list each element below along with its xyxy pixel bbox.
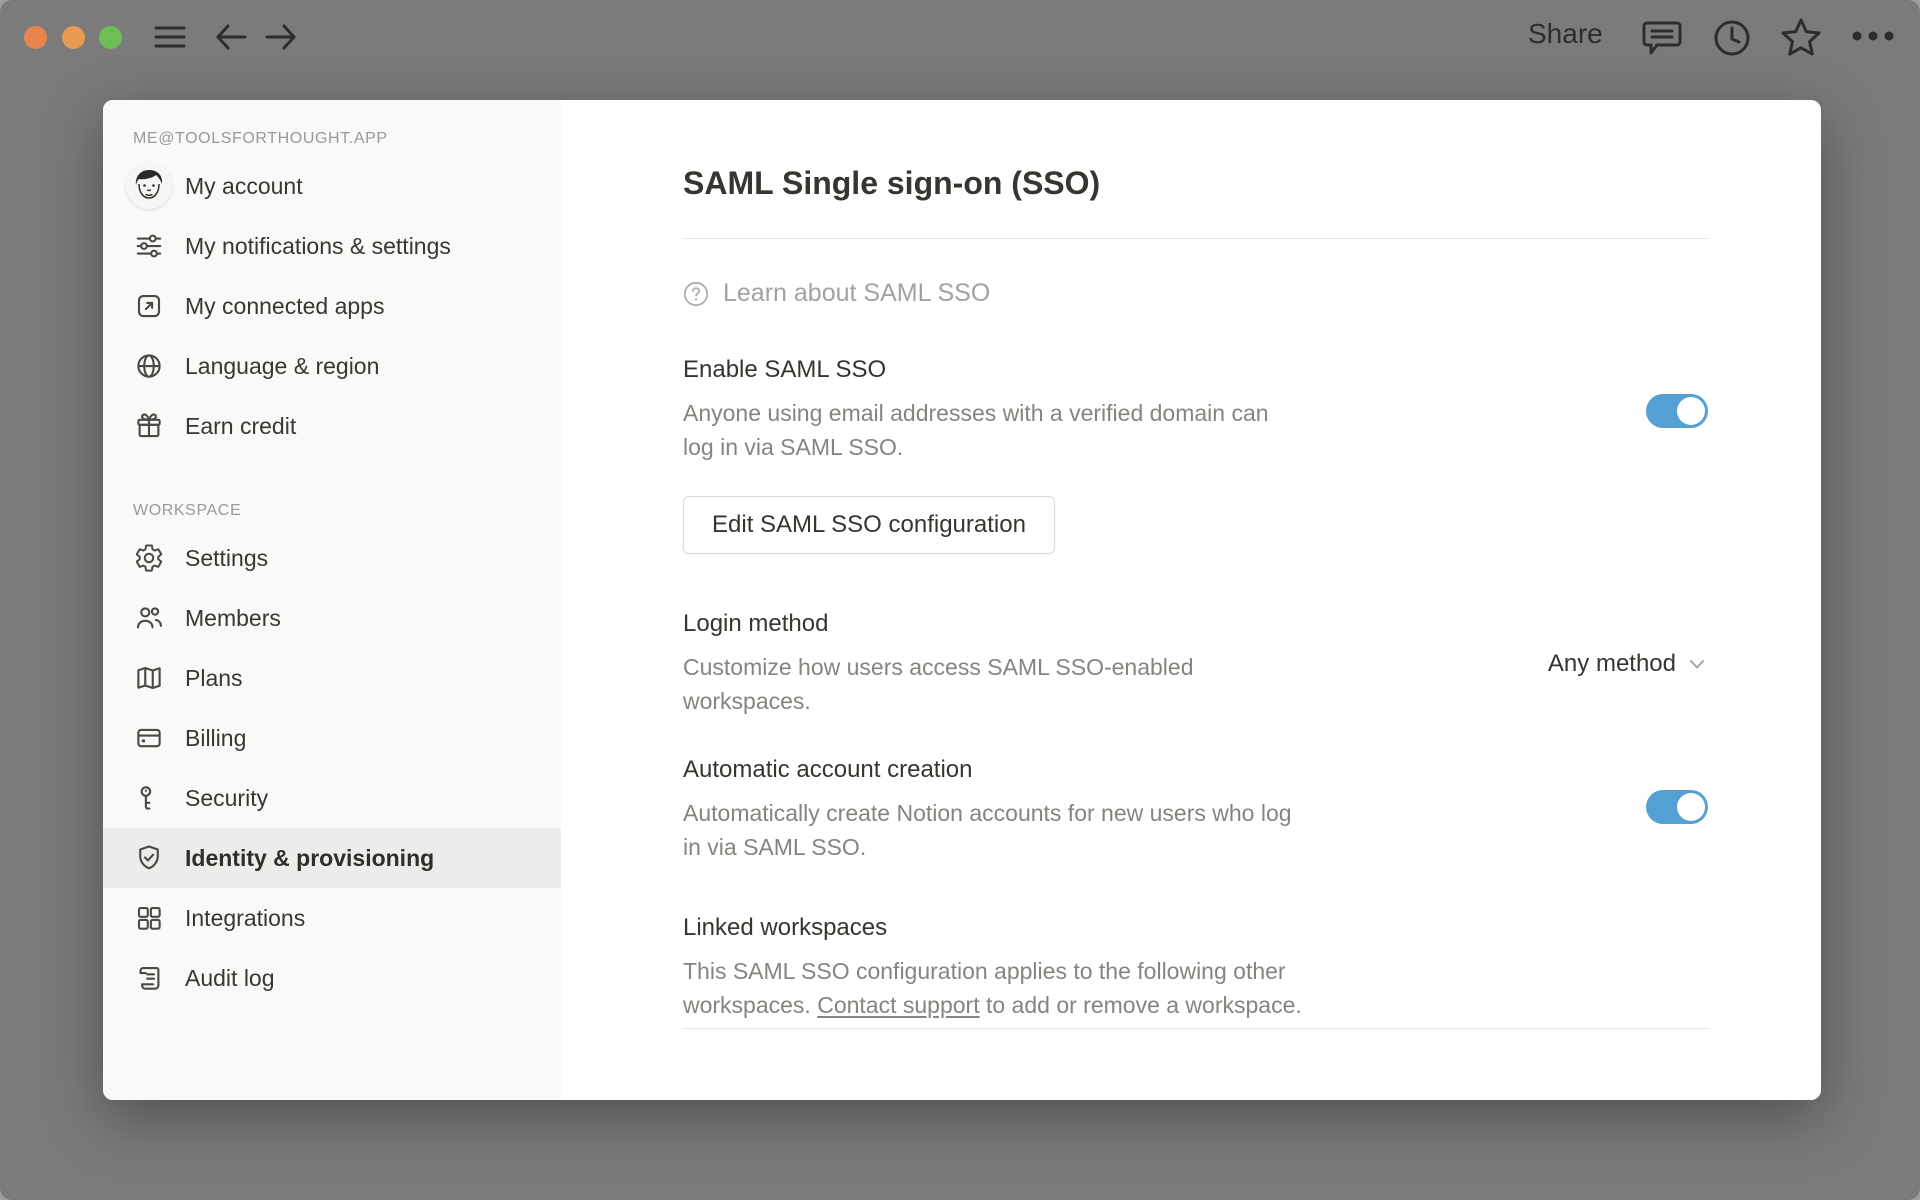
enable-saml-description: Anyone using email addresses with a veri…	[683, 400, 1269, 460]
titlebar: Share	[0, 0, 1920, 64]
gift-icon	[133, 410, 165, 442]
share-button[interactable]: Share	[1528, 18, 1603, 50]
sidebar-item-label: Audit log	[185, 964, 275, 991]
linked-workspaces-heading: Linked workspaces	[683, 914, 888, 941]
edit-saml-config-button[interactable]: Edit SAML SSO configuration	[683, 496, 1055, 554]
login-method-selected-value: Any method	[1547, 650, 1676, 677]
ellipsis-icon[interactable]	[1851, 30, 1895, 42]
scroll-icon	[133, 962, 165, 994]
history-clock-icon[interactable]	[1712, 18, 1752, 58]
people-icon	[133, 602, 165, 634]
sidebar-item-label: Plans	[185, 664, 243, 691]
linked-workspaces-row: Linked workspaces This SAML SSO configur…	[683, 912, 1708, 1022]
learn-about-saml-link[interactable]: Learn about SAML SSO	[683, 279, 1708, 308]
login-method-description: Customize how users access SAML SSO-enab…	[683, 654, 1194, 714]
sidebar-item-plans[interactable]: Plans	[103, 648, 561, 708]
account-section-header: ME@TOOLSFORTHOUGHT.APP	[133, 130, 388, 147]
sidebar-item-earn-credit[interactable]: Earn credit	[103, 396, 561, 456]
grid-icon	[133, 902, 165, 934]
star-icon[interactable]	[1779, 16, 1823, 58]
globe-icon	[133, 350, 165, 382]
sidebar-item-label: Identity & provisioning	[185, 844, 435, 871]
toggle-knob	[1677, 793, 1705, 821]
enable-saml-heading: Enable SAML SSO	[683, 356, 887, 383]
sidebar-item-label: Billing	[185, 724, 247, 751]
sidebar-item-connected-apps[interactable]: My connected apps	[103, 276, 561, 336]
login-method-row: Login method Customize how users access …	[683, 608, 1708, 718]
sidebar-item-label: Language & region	[185, 352, 380, 379]
sidebar-item-label: My notifications & settings	[185, 232, 451, 259]
sidebar-item-integrations[interactable]: Integrations	[103, 888, 561, 948]
zoom-window-button[interactable]	[99, 26, 122, 49]
auto-account-toggle[interactable]	[1646, 790, 1708, 824]
sidebar-item-audit-log[interactable]: Audit log	[103, 948, 561, 1008]
sidebar-item-members[interactable]: Members	[103, 588, 561, 648]
app-window: Share ME@TOOLSFORTHOUGHT.APP My account …	[0, 0, 1920, 1200]
enable-saml-row: Enable SAML SSO Anyone using email addre…	[683, 354, 1708, 464]
description-text: to add or remove a workspace.	[979, 992, 1302, 1018]
credit-card-icon	[133, 722, 165, 754]
contact-support-link[interactable]: Contact support	[817, 992, 979, 1018]
shield-check-icon	[133, 842, 165, 874]
auto-account-description: Automatically create Notion accounts for…	[683, 800, 1292, 860]
arrow-up-right-square-icon	[133, 290, 165, 322]
auto-account-heading: Automatic account creation	[683, 756, 973, 783]
map-icon	[133, 662, 165, 694]
avatar	[126, 163, 172, 209]
sidebar-item-billing[interactable]: Billing	[103, 708, 561, 768]
sidebar-item-security[interactable]: Security	[103, 768, 561, 828]
forward-arrow-icon[interactable]	[262, 21, 300, 53]
login-method-heading: Login method	[683, 610, 829, 637]
sidebar-item-my-account[interactable]: My account	[103, 156, 561, 216]
enable-saml-toggle[interactable]	[1646, 394, 1708, 428]
key-icon	[133, 782, 165, 814]
sidebar-item-label: Settings	[185, 544, 269, 571]
comment-icon[interactable]	[1641, 18, 1683, 58]
sidebar-item-label: Earn credit	[185, 412, 297, 439]
question-circle-icon	[683, 281, 709, 307]
sidebar-item-notifications-settings[interactable]: My notifications & settings	[103, 216, 561, 276]
sidebar-item-label: My connected apps	[185, 292, 385, 319]
sidebar-item-identity-provisioning[interactable]: Identity & provisioning	[103, 828, 561, 888]
divider	[683, 238, 1708, 239]
sidebar-item-language-region[interactable]: Language & region	[103, 336, 561, 396]
workspace-section-header: WORKSPACE	[133, 502, 242, 519]
saml-settings-panel: SAML Single sign-on (SSO) Learn about SA…	[561, 100, 1821, 1100]
back-arrow-icon[interactable]	[212, 21, 250, 53]
page-title: SAML Single sign-on (SSO)	[683, 165, 1101, 201]
learn-link-label: Learn about SAML SSO	[723, 279, 991, 307]
toggle-knob	[1677, 397, 1705, 425]
sidebar-item-label: My account	[185, 172, 303, 199]
auto-account-row: Automatic account creation Automatically…	[683, 754, 1708, 864]
login-method-dropdown[interactable]: Any method	[1548, 650, 1708, 678]
sidebar-item-label: Security	[185, 784, 269, 811]
hamburger-icon[interactable]	[152, 22, 188, 52]
chevron-down-icon	[1686, 653, 1708, 675]
close-window-button[interactable]	[24, 26, 47, 49]
gear-icon	[133, 542, 165, 574]
minimize-window-button[interactable]	[62, 26, 85, 49]
sliders-icon	[133, 230, 165, 262]
settings-modal: ME@TOOLSFORTHOUGHT.APP My account My not…	[103, 100, 1821, 1100]
settings-sidebar: ME@TOOLSFORTHOUGHT.APP My account My not…	[103, 100, 561, 1100]
linked-workspaces-description: This SAML SSO configuration applies to t…	[683, 954, 1303, 1022]
sidebar-item-label: Integrations	[185, 904, 306, 931]
sidebar-item-settings[interactable]: Settings	[103, 528, 561, 588]
divider	[683, 1028, 1708, 1029]
sidebar-item-label: Members	[185, 604, 281, 631]
